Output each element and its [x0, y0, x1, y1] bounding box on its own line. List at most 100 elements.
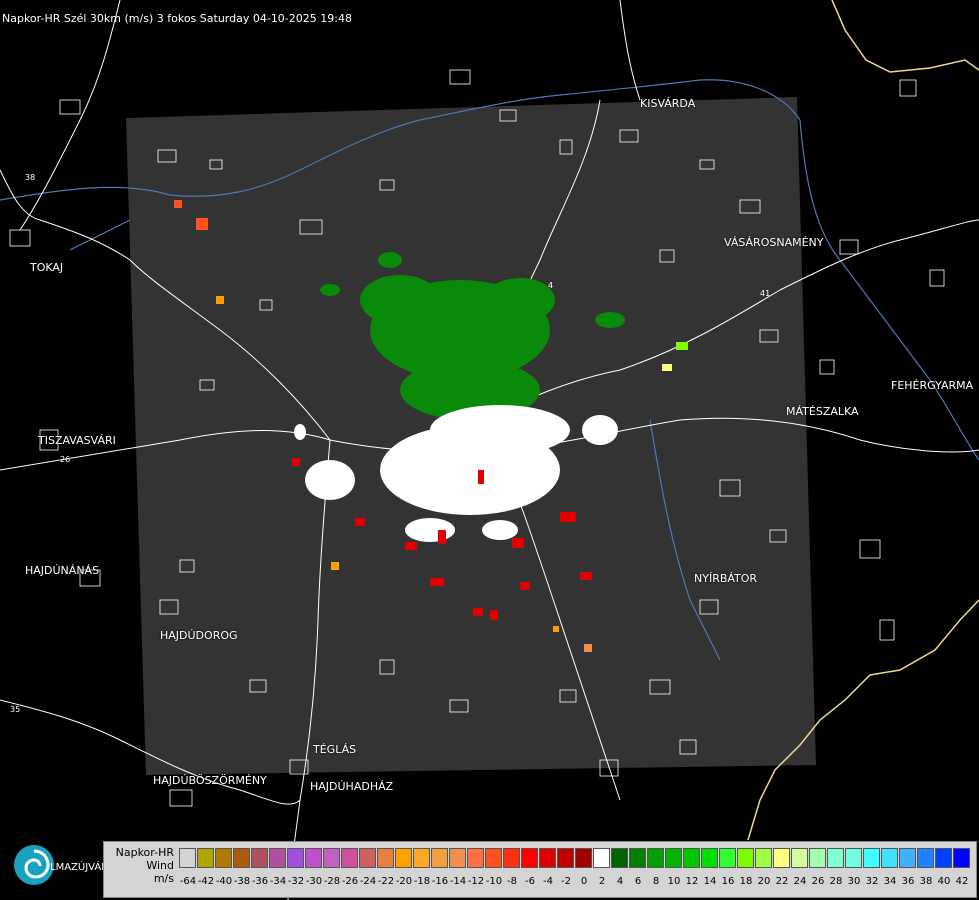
legend-tick-label: -4 [543, 876, 553, 887]
city-label-teglas: TÉGLÁS [313, 743, 357, 756]
map-title: Napkor-HR Szél 30km (m/s) 3 fokos Saturd… [2, 12, 352, 25]
legend-swatch [809, 848, 826, 868]
legend-swatch [881, 848, 898, 868]
legend-swatch [269, 848, 286, 868]
legend-tick-label: 16 [721, 876, 735, 887]
road-number-35: 35 [10, 705, 20, 714]
legend-tick-label: 10 [667, 876, 681, 887]
legend-tick-label: -22 [377, 876, 395, 887]
legend-tick-label: -24 [359, 876, 377, 887]
legend-swatch [359, 848, 376, 868]
city-label-hajduhadhaz: HAJDÚHADHÁZ [310, 780, 394, 793]
legend-swatch [917, 848, 934, 868]
legend-swatch [503, 848, 520, 868]
legend-tick-labels: -64 -42 -40 -38 -36 -34 -32 -30 -28 -26 -24 -22 -20-… [179, 876, 979, 890]
place-label-partial: LMAZÚJVÁR [50, 862, 109, 873]
legend-tick-label: 8 [652, 876, 660, 887]
city-label-mateszalka: MÁTÉSZALKA [786, 405, 859, 418]
legend-swatch [197, 848, 214, 868]
city-label-hajdudorog: HAJDÚDOROG [160, 629, 238, 642]
legend-tick-label: -26 [341, 876, 359, 887]
legend-tick-label: 28 [829, 876, 843, 887]
legend-swatch [737, 848, 754, 868]
legend-tick-label: 34 [883, 876, 897, 887]
legend-tick-label: -34 [269, 876, 287, 887]
legend-tick-label: 40 [937, 876, 951, 887]
legend-tick-label: -16 [431, 876, 449, 887]
road-number-41: 41 [760, 289, 770, 298]
legend-tick-label: 18 [739, 876, 753, 887]
legend-swatch [215, 848, 232, 868]
legend-tick-label: -2 [561, 876, 571, 887]
city-label-hajdunanas: HAJDÚNÁNÁS [25, 564, 100, 577]
legend-swatch [341, 848, 358, 868]
legend-swatch [611, 848, 628, 868]
legend-tick-label: -12 [467, 876, 485, 887]
legend-swatch [827, 848, 844, 868]
legend-tick-label: 32 [865, 876, 879, 887]
legend-swatch [287, 848, 304, 868]
legend-tick-label: 24 [793, 876, 807, 887]
legend-swatch [845, 848, 862, 868]
legend-tick-label: -64 [179, 876, 197, 887]
legend-swatch [899, 848, 916, 868]
legend-swatch [953, 848, 970, 868]
city-label-tiszavasvari: TISZAVASVÁRI [38, 434, 116, 447]
legend-swatch [701, 848, 718, 868]
city-label-kisvarda: KISVÁRDA [640, 97, 696, 110]
legend-swatch [305, 848, 322, 868]
legend-swatch [647, 848, 664, 868]
legend-swatch [431, 848, 448, 868]
legend-tick-label: 38 [919, 876, 933, 887]
legend-swatch [863, 848, 880, 868]
legend-swatch [557, 848, 574, 868]
legend-tick-label: 14 [703, 876, 717, 887]
legend-tick-label: 4 [616, 876, 624, 887]
legend-tick-label: 0 [580, 876, 588, 887]
legend-swatch [521, 848, 538, 868]
legend-tick-label: 2 [598, 876, 606, 887]
legend-color-scale [179, 848, 971, 868]
legend-swatch [935, 848, 952, 868]
legend-tick-label: -18 [413, 876, 431, 887]
legend-tick-label: -38 [233, 876, 251, 887]
legend-swatch [467, 848, 484, 868]
legend-tick-label: 26 [811, 876, 825, 887]
legend-tick-label: 6 [634, 876, 642, 887]
legend-swatch [233, 848, 250, 868]
legend-swatch [449, 848, 466, 868]
legend-tick-label: 42 [955, 876, 969, 887]
legend-tick-label: -8 [507, 876, 517, 887]
legend-tick-label: -42 [197, 876, 215, 887]
city-label-vasarosnameny: VÁSÁROSNAMÉNY [724, 236, 824, 249]
legend-swatch [629, 848, 646, 868]
legend-tick-label: -32 [287, 876, 305, 887]
legend-swatch [593, 848, 610, 868]
legend-swatch [755, 848, 772, 868]
legend-tick-label: -14 [449, 876, 467, 887]
legend-tick-label: 12 [685, 876, 699, 887]
radar-map: 38 26 35 4 41 [0, 0, 979, 900]
legend-swatch [575, 848, 592, 868]
legend-swatch [683, 848, 700, 868]
legend-swatch [485, 848, 502, 868]
city-label-nyirbator: NYÍRBÁTOR [694, 572, 758, 585]
city-label-fehergyarmat: FEHÉRGYARMA [891, 379, 974, 392]
legend-swatch [251, 848, 268, 868]
legend-tick-label: -28 [323, 876, 341, 887]
legend-swatch [539, 848, 556, 868]
wind-legend: Napkor-HR Wind m/s -64 -42 -40 -38 -36 -34 -32… [103, 841, 977, 898]
legend-swatch [665, 848, 682, 868]
legend-swatch [413, 848, 430, 868]
legend-tick-label: -6 [525, 876, 535, 887]
legend-tick-label: 22 [775, 876, 789, 887]
legend-tick-label: -36 [251, 876, 269, 887]
legend-title: Napkor-HR Wind m/s [115, 846, 174, 885]
legend-tick-label: 20 [757, 876, 771, 887]
legend-swatch [323, 848, 340, 868]
road-number-4: 4 [548, 281, 553, 290]
legend-tick-label: -10 [485, 876, 503, 887]
city-label-tokaj: TOKAJ [30, 261, 64, 274]
legend-swatch [377, 848, 394, 868]
legend-tick-label: -20 [395, 876, 413, 887]
